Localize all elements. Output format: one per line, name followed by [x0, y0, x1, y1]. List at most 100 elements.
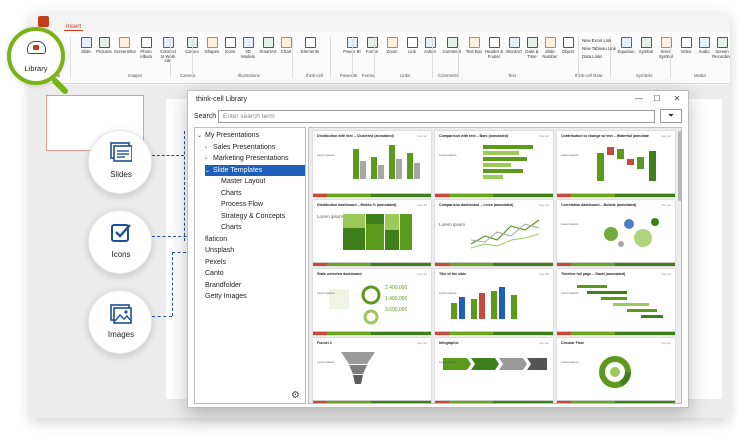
- scrollbar[interactable]: [678, 131, 682, 201]
- template-card[interactable]: Comparison dashboard – Lines (annotated)…: [435, 200, 553, 266]
- tree-item-label: Charts: [221, 224, 242, 231]
- ribbon-button[interactable]: Audio: [694, 37, 714, 55]
- ribbon-button[interactable]: WordArt: [504, 37, 524, 55]
- template-card[interactable]: Title of the slide Key art Lorem ipsum: [435, 269, 553, 335]
- ribbon-button[interactable]: Date & Time: [522, 37, 542, 59]
- chevron-icon[interactable]: ›: [205, 143, 213, 154]
- tree-item-selected[interactable]: ⌄ Slide Templates: [205, 164, 305, 177]
- chevron-icon[interactable]: ›: [205, 154, 213, 165]
- card-placeholder-text: Lorem ipsum: [439, 291, 457, 295]
- ribbon-button[interactable]: Text Box: [464, 37, 484, 55]
- card-footer-bar: [313, 262, 431, 266]
- template-card[interactable]: Timeline full page – Gantt (annotated) Ke…: [557, 269, 675, 335]
- template-preview: [341, 352, 375, 384]
- chevron-icon[interactable]: ⌄: [205, 166, 213, 177]
- ribbon-button[interactable]: Connect to Work site: [158, 37, 178, 64]
- ribbon: TableSlidePicturesScreenshotPhoto AlbumC…: [30, 32, 730, 84]
- template-card[interactable]: Circular Flow Key art Lorem ipsum: [557, 338, 675, 403]
- card-footer-bar: [435, 262, 553, 266]
- ribbon-button[interactable]: Screenshot: [114, 37, 136, 55]
- tree-item[interactable]: Strategy & Concepts: [213, 211, 305, 222]
- ribbon-separator: [192, 36, 193, 78]
- ribbon-button[interactable]: 3D Models: [238, 37, 258, 59]
- ribbon-button[interactable]: Shapes: [202, 37, 222, 55]
- think-cell-data-button[interactable]: Data Links: [582, 54, 602, 59]
- ribbon-button[interactable]: Screen Recording: [712, 37, 730, 59]
- tree-item[interactable]: Charts: [213, 188, 305, 199]
- ribbon-button-label: Forms: [365, 49, 379, 54]
- tree-item[interactable]: Canto: [197, 268, 305, 279]
- ribbon-button[interactable]: Link: [402, 37, 422, 55]
- minimize-button[interactable]: —: [632, 93, 646, 105]
- tree-item[interactable]: Getty Images: [197, 291, 305, 302]
- tree-item[interactable]: Master Layout: [213, 176, 305, 187]
- gear-icon[interactable]: ⚙: [291, 390, 300, 401]
- template-grid: Distribution with text – Clustered (anno…: [308, 127, 682, 404]
- chevron-icon[interactable]: ⌄: [197, 131, 205, 142]
- card-tag: Key art: [417, 341, 427, 345]
- ribbon-button[interactable]: Forms: [362, 37, 382, 55]
- card-title: Circular Flow: [561, 341, 584, 345]
- template-card[interactable]: Infographic Key art Lorem ipsum: [435, 338, 553, 403]
- tree-item[interactable]: Unsplash: [197, 245, 305, 256]
- tree-item-label: Canto: [205, 270, 224, 277]
- stat-value: 2.400.000: [385, 285, 408, 291]
- ribbon-button[interactable]: Chart: [276, 37, 296, 55]
- ribbon-button[interactable]: Symbol: [636, 37, 656, 55]
- ribbon-button[interactable]: Zoom: [382, 37, 402, 55]
- tree-item[interactable]: Brandfolder: [197, 280, 305, 291]
- think-cell-data-button[interactable]: New Tableau Link: [582, 46, 616, 51]
- ribbon-button[interactable]: Object: [558, 37, 578, 55]
- ribbon-button[interactable]: Pictures: [94, 37, 114, 55]
- ribbon-button[interactable]: Action: [420, 37, 440, 55]
- ribbon-group-label: Forms: [362, 73, 375, 78]
- template-card[interactable]: Contribution to change w/ text – Waterfa…: [557, 131, 675, 197]
- ribbon-button[interactable]: Video: [676, 37, 696, 55]
- ribbon-button-label: SmartArt: [259, 49, 277, 54]
- ribbon-button[interactable]: Slide Number: [540, 37, 560, 59]
- ribbon-button[interactable]: Comment: [442, 37, 462, 55]
- think-cell-data-button[interactable]: New Excel Link: [582, 38, 611, 43]
- tree-item[interactable]: › Marketing Presentations: [205, 153, 305, 164]
- tree-item[interactable]: Pexels: [197, 257, 305, 268]
- tree-item[interactable]: Charts: [213, 222, 305, 233]
- template-card[interactable]: Distribution dashboard – Mekko % (annota…: [313, 200, 431, 266]
- library-badge[interactable]: Library: [7, 27, 65, 85]
- filter-button[interactable]: ⏷: [660, 109, 682, 123]
- filter-icon: ⏷: [667, 111, 675, 120]
- ribbon-icon: [640, 37, 652, 48]
- template-card[interactable]: Distribution with text – Clustered (anno…: [313, 131, 431, 197]
- template-card[interactable]: Stats overview dashboard Key art Lorem ips…: [313, 269, 431, 335]
- close-button[interactable]: ✕: [670, 93, 684, 105]
- template-card[interactable]: Funnel 2 Key art Lorem ipsum: [313, 338, 431, 403]
- powerpoint-logo-icon: [38, 16, 49, 27]
- ribbon-group-label: Symbols: [636, 73, 653, 78]
- ribbon-button[interactable]: Header & Footer: [484, 37, 504, 59]
- template-card[interactable]: Correlation dashboard – Bubble (annotate…: [557, 200, 675, 266]
- search-input[interactable]: [218, 110, 655, 123]
- ribbon-button-label: Audio: [698, 49, 710, 54]
- tree-item[interactable]: flaticon: [197, 234, 305, 245]
- ribbon-button[interactable]: Icons: [220, 37, 240, 55]
- ribbon-button-label: Elements: [301, 49, 319, 54]
- connector-images-vertical: [172, 252, 173, 316]
- maximize-button[interactable]: ☐: [650, 93, 664, 105]
- ribbon-button[interactable]: Slide: [76, 37, 96, 55]
- tree-item[interactable]: ⌄ My Presentations: [197, 130, 305, 141]
- icons-feature: Icons: [88, 210, 152, 274]
- ribbon-group-label: think-cell Data: [575, 73, 603, 78]
- tree-item[interactable]: Process Flow: [213, 199, 305, 210]
- ribbon-separator: [458, 36, 459, 78]
- template-card[interactable]: Comparison with text – Bars (annotated) K…: [435, 131, 553, 197]
- ribbon-button[interactable]: Photo Album: [136, 37, 156, 59]
- slides-feature: Slides: [88, 130, 152, 194]
- ribbon-separator: [170, 36, 171, 78]
- tab-insert[interactable]: Insert: [64, 24, 84, 31]
- ribbon-button[interactable]: Elements: [300, 37, 320, 55]
- ribbon-button[interactable]: Insert Symbol: [656, 37, 676, 59]
- ribbon-button[interactable]: Equation: [616, 37, 636, 55]
- ribbon-group-label: Power BI: [340, 73, 358, 78]
- ribbon-icon: [304, 37, 316, 48]
- ribbon-button[interactable]: SmartArt: [258, 37, 278, 55]
- tree-item[interactable]: › Sales Presentations: [205, 142, 305, 153]
